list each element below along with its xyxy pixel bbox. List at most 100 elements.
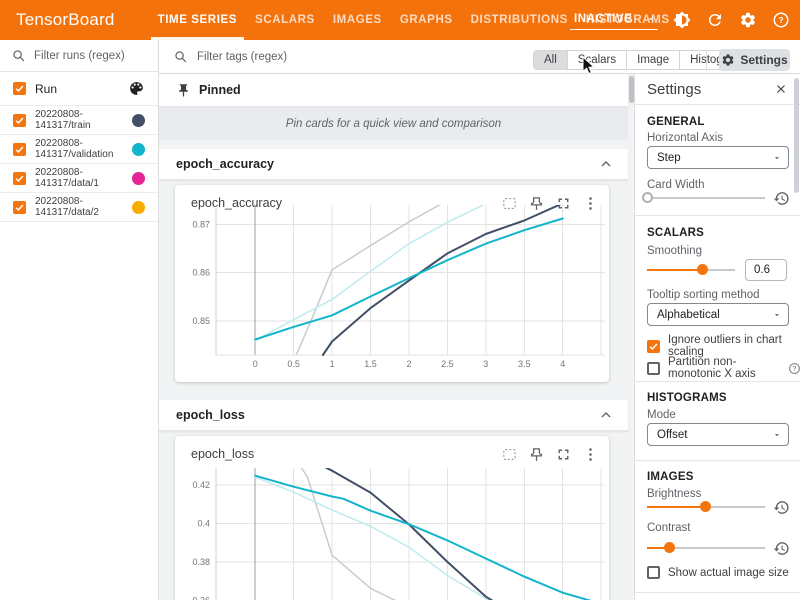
toolbar-divider	[706, 49, 707, 71]
slider-handle[interactable]	[642, 192, 653, 203]
slider-track	[647, 547, 765, 549]
brightness-icon	[673, 11, 691, 29]
svg-text:3.5: 3.5	[518, 359, 531, 369]
histogram-mode-value: Offset	[657, 429, 772, 441]
filter-image-button[interactable]: Image	[627, 51, 680, 69]
filter-runs-input[interactable]	[34, 50, 144, 62]
svg-text:2: 2	[406, 359, 411, 369]
horizontal-axis-select[interactable]: Step	[647, 146, 789, 169]
svg-text:4: 4	[560, 359, 565, 369]
filter-scalars-button[interactable]: Scalars	[568, 51, 627, 69]
ignore-outliers-checkbox[interactable]	[647, 340, 660, 353]
reload-button[interactable]	[706, 11, 724, 29]
cards-area: Pinned Pin cards for a quick view and co…	[159, 74, 634, 600]
check-icon	[14, 115, 25, 126]
tab-time-series[interactable]: TIME SERIES	[149, 0, 246, 40]
section-epoch-accuracy[interactable]: epoch_accuracy	[159, 149, 628, 180]
filter-tags-input[interactable]	[197, 51, 377, 63]
smoothing-label: Smoothing	[647, 245, 702, 257]
run-list-header: Run	[0, 72, 158, 106]
smoothing-value-input[interactable]	[746, 260, 786, 280]
brightness-slider[interactable]	[647, 501, 765, 513]
svg-text:3: 3	[483, 359, 488, 369]
images-section-label: IMAGES	[647, 471, 694, 483]
run-row-data-1[interactable]: 20220808-141317/data/1	[0, 164, 158, 193]
check-icon	[14, 202, 25, 213]
close-icon[interactable]	[774, 82, 788, 96]
tab-distributions[interactable]: DISTRIBUTIONS	[462, 0, 577, 40]
settings-toggle-button[interactable]: Settings	[719, 49, 790, 71]
partition-x-axis-row: Partition non-monotonic X axis ?	[647, 356, 800, 380]
divider	[635, 104, 800, 105]
tooltip-sorting-label: Tooltip sorting method	[647, 289, 760, 301]
pin-icon	[176, 83, 191, 98]
tags-toolbar: All Scalars Image Histogram Settings	[159, 40, 800, 74]
tab-graphs[interactable]: GRAPHS	[391, 0, 462, 40]
theme-toggle-button[interactable]	[673, 11, 691, 29]
card-width-slider[interactable]	[647, 192, 765, 204]
svg-text:0.87: 0.87	[192, 219, 210, 229]
show-actual-size-row: Show actual image size	[647, 566, 789, 579]
run-checkbox[interactable]	[13, 172, 26, 185]
select-all-runs-checkbox[interactable]	[13, 82, 26, 95]
slider-track	[647, 506, 765, 508]
status-value: INACTIVE	[574, 13, 632, 25]
caret-down-icon	[772, 310, 782, 320]
divider	[635, 460, 800, 461]
search-icon	[174, 50, 188, 64]
run-checkbox[interactable]	[13, 143, 26, 156]
help-button[interactable]: ?	[772, 11, 790, 29]
mode-label: Mode	[647, 409, 676, 421]
smoothing-value-box	[745, 259, 787, 281]
slider-handle[interactable]	[664, 542, 675, 553]
slider-handle[interactable]	[700, 501, 711, 512]
run-row-train[interactable]: 20220808-141317/train	[0, 106, 158, 135]
smoothing-slider[interactable]	[647, 264, 735, 276]
gear-icon	[721, 53, 735, 67]
slider-fill	[647, 506, 705, 508]
svg-text:0: 0	[253, 359, 258, 369]
status-dropdown[interactable]: INACTIVE	[570, 10, 658, 30]
settings-scrollbar-thumb[interactable]	[794, 78, 799, 193]
svg-text:0.4: 0.4	[197, 518, 210, 528]
contrast-slider[interactable]	[647, 542, 765, 554]
slider-fill	[647, 269, 702, 271]
global-settings-button[interactable]	[739, 11, 757, 29]
filter-all-button[interactable]: All	[534, 51, 568, 69]
chevron-up-icon[interactable]	[598, 407, 614, 423]
app-logo[interactable]: TensorBoard	[16, 10, 115, 30]
reset-contrast-icon[interactable]	[773, 540, 790, 557]
svg-text:0.38: 0.38	[192, 557, 210, 567]
chevron-up-icon[interactable]	[598, 156, 614, 172]
histogram-mode-select[interactable]: Offset	[647, 423, 789, 446]
tensorboard-app: TensorBoard TIME SERIES SCALARS IMAGES G…	[0, 0, 800, 600]
section-title: epoch_accuracy	[176, 157, 598, 171]
slider-track	[647, 197, 765, 199]
pinned-label: Pinned	[199, 83, 241, 97]
run-row-validation[interactable]: 20220808-141317/validation	[0, 135, 158, 164]
show-actual-size-checkbox[interactable]	[647, 566, 660, 579]
run-checkbox[interactable]	[13, 114, 26, 127]
help-circle-icon[interactable]: ?	[788, 362, 800, 375]
divider	[635, 215, 800, 216]
svg-text:?: ?	[793, 365, 797, 372]
run-checkbox[interactable]	[13, 201, 26, 214]
check-icon	[14, 173, 25, 184]
help-icon: ?	[772, 11, 790, 29]
tooltip-sorting-value: Alphabetical	[657, 309, 772, 321]
epoch-accuracy-chart[interactable]: 0.850.860.8700.511.522.533.54	[175, 203, 609, 386]
palette-icon[interactable]	[128, 80, 145, 97]
slider-handle[interactable]	[697, 264, 708, 275]
histograms-section-label: HISTOGRAMS	[647, 392, 727, 404]
reset-brightness-icon[interactable]	[773, 499, 790, 516]
brightness-label: Brightness	[647, 488, 701, 500]
reset-card-width-icon[interactable]	[773, 190, 790, 207]
partition-x-axis-checkbox[interactable]	[647, 362, 660, 375]
tooltip-sorting-select[interactable]: Alphabetical	[647, 303, 789, 326]
epoch-loss-chart[interactable]: 0.420.40.380.36	[175, 450, 609, 600]
tab-scalars[interactable]: SCALARS	[246, 0, 324, 40]
tab-images[interactable]: IMAGES	[324, 0, 391, 40]
section-epoch-loss[interactable]: epoch_loss	[159, 400, 628, 431]
run-row-data-2[interactable]: 20220808-141317/data/2	[0, 193, 158, 222]
caret-down-icon	[772, 430, 782, 440]
